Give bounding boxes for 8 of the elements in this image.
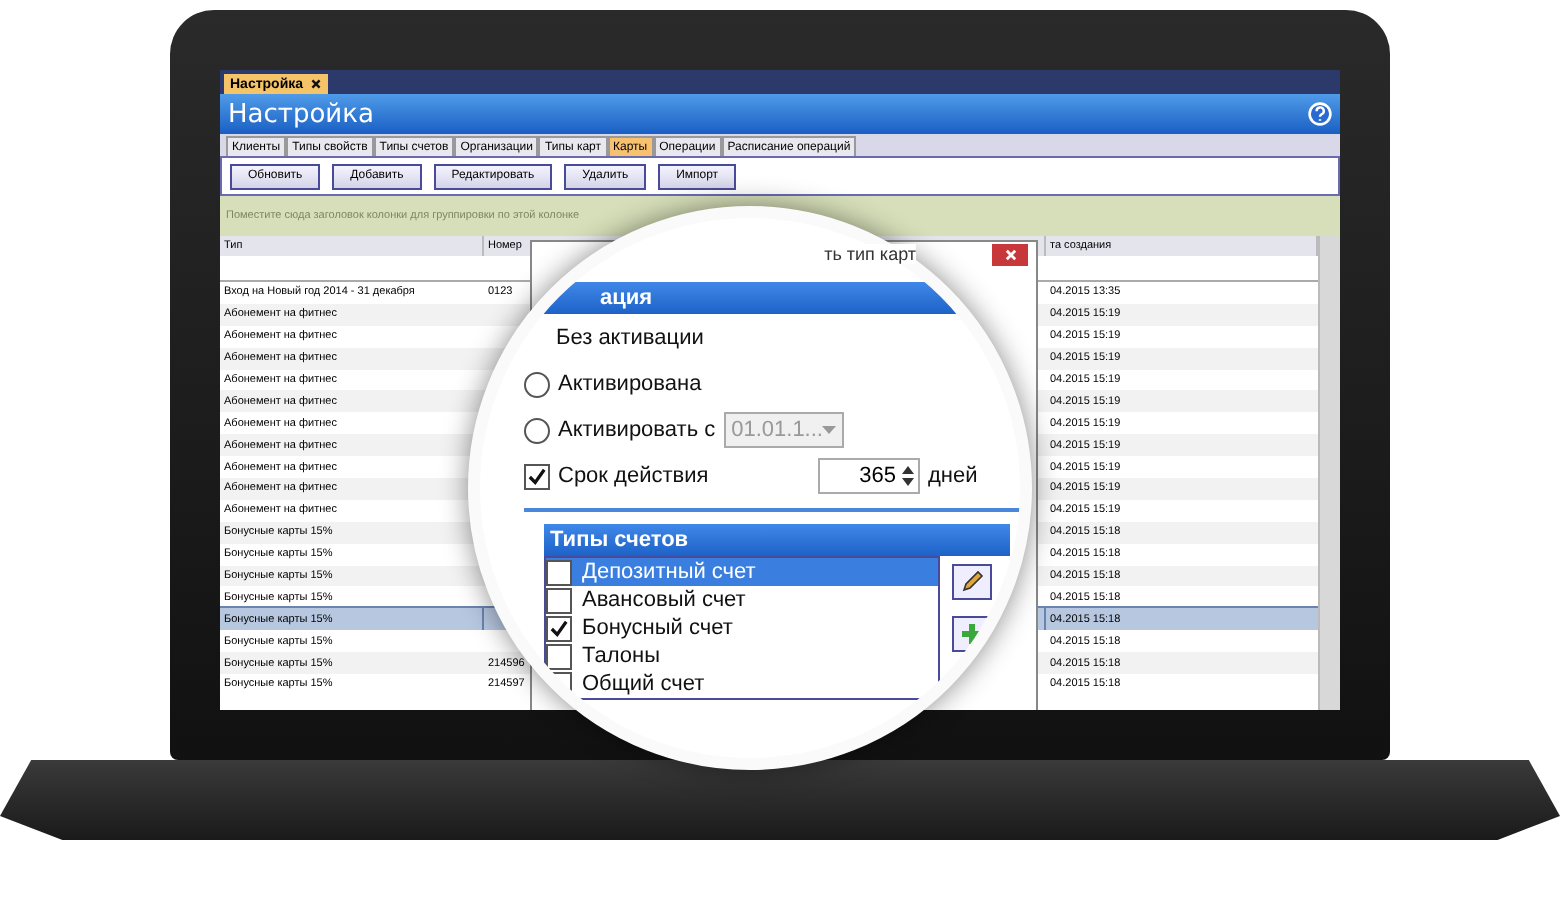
unit-label: дней — [928, 464, 978, 488]
option-label: Срок действия — [558, 464, 711, 488]
option-label: Активировать с — [558, 418, 716, 442]
page-title: Настройка — [228, 99, 374, 129]
dialog-title: ть тип карт — [824, 244, 916, 264]
option-label: Без активации — [556, 326, 704, 350]
option-label: Активирована — [558, 372, 702, 396]
section-header: Типы счетов — [544, 524, 1010, 556]
